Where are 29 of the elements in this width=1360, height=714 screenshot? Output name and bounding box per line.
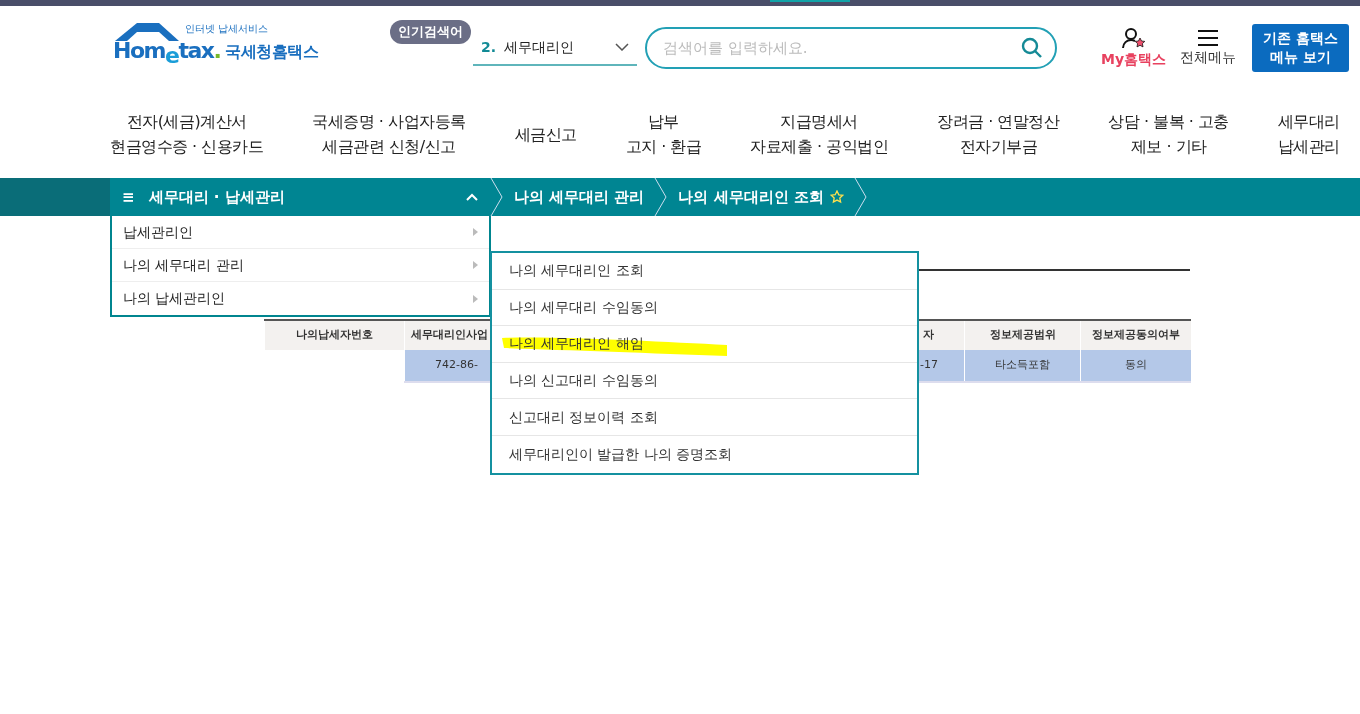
table-cell: 동의	[1080, 350, 1191, 382]
table-header: 나의납세자번호	[264, 320, 405, 350]
main-nav-item[interactable]: 지급명세서 자료제출 · 공익법인	[750, 109, 889, 159]
breadcrumb-link[interactable]: 나의 세무대리인 조회	[668, 185, 854, 209]
submenu-item[interactable]: 나의 세무대리 수임동의	[509, 296, 658, 318]
dropdown-item[interactable]: 납세관리인	[112, 216, 489, 249]
table-cell: 타소득포함	[964, 350, 1081, 382]
main-nav-item[interactable]: 세금신고	[514, 121, 577, 147]
main-nav-item[interactable]: 전자(세금)계산서 현금영수증 · 신용카드	[110, 109, 264, 159]
legacy-menu-button[interactable]: 기존 홈택스 메뉴 보기	[1252, 24, 1350, 72]
search-field[interactable]: 검색어를 입력하세요.	[645, 27, 1057, 69]
table-header: 정보제공동의여부	[1080, 320, 1191, 350]
main-nav-item[interactable]: 장려금 · 연말정산 전자기부금	[937, 109, 1060, 159]
submenu-item[interactable]: 신고대리 정보이력 조회	[509, 406, 658, 428]
submenu-item[interactable]: 세무대리인이 발급한 나의 증명조회	[509, 443, 733, 465]
submenu-item[interactable]: 나의 세무대리인 조회	[509, 260, 644, 282]
breadcrumb-link[interactable]: 나의 세무대리 관리	[504, 185, 655, 209]
main-nav-item[interactable]: 국세증명 · 사업자등록 세금관련 신청/신고	[312, 109, 466, 159]
popular-search-dropdown[interactable]: 2. 세무대리인	[473, 30, 637, 66]
table-header: 정보제공범위	[964, 320, 1081, 350]
main-nav-item[interactable]: 세무대리 납세관리	[1277, 109, 1340, 159]
popular-search-badge: 인기검색어	[390, 20, 471, 44]
dropdown-item[interactable]: 나의 세무대리 관리	[112, 249, 489, 282]
dropdown-item[interactable]: 나의 납세관리인	[112, 282, 489, 315]
my-hometax-link[interactable]: My홈택스	[1101, 26, 1167, 70]
hometax-logo[interactable]: 인터넷 납세서비스 Hometax. 국세청홈택스	[113, 21, 328, 75]
full-menu-link[interactable]: 전체메뉴	[1180, 28, 1237, 68]
main-nav-item[interactable]: 납부 고지 · 환급	[625, 109, 702, 159]
main-nav-item[interactable]: 상담 · 불복 · 고충 제보 · 기타	[1108, 109, 1229, 159]
